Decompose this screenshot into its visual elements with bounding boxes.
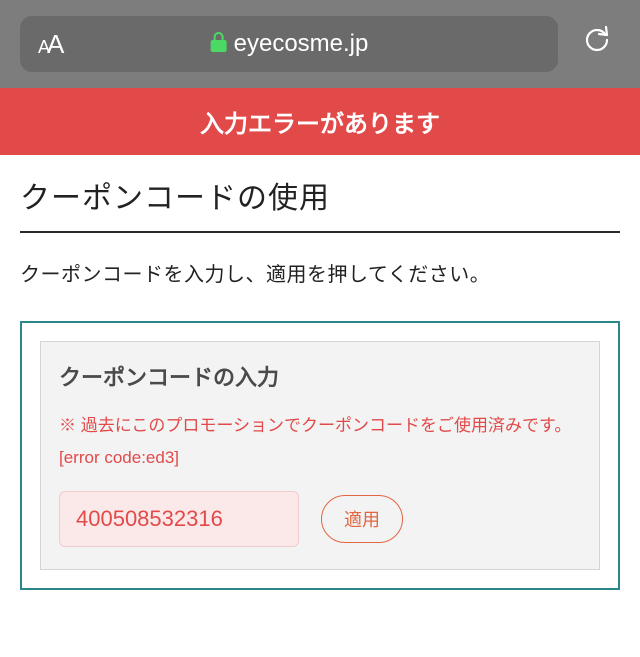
text-size-control[interactable]: AA (20, 29, 61, 60)
url-display: eyecosme.jp (210, 30, 369, 58)
apply-button[interactable]: 適用 (321, 495, 403, 543)
address-bar[interactable]: AA eyecosme.jp (20, 16, 558, 72)
text-size-large: A (47, 29, 61, 60)
coupon-panel-wrapper: クーポンコードの入力 ※ 過去にこのプロモーションでクーポンコードをご使用済みで… (20, 321, 620, 590)
lock-icon (210, 32, 228, 57)
coupon-code-input[interactable] (59, 491, 299, 547)
url-text: eyecosme.jp (234, 30, 369, 58)
input-row: 適用 (59, 491, 581, 547)
coupon-panel: クーポンコードの入力 ※ 過去にこのプロモーションでクーポンコードをご使用済みで… (40, 341, 600, 570)
main-content: クーポンコードの使用 クーポンコードを入力し、適用を押してください。 クーポンコ… (0, 155, 640, 590)
browser-toolbar: AA eyecosme.jp (0, 0, 640, 88)
coupon-error-message: ※ 過去にこのプロモーションでクーポンコードをご使用済みです。[error co… (59, 410, 581, 475)
error-banner: 入力エラーがあります (0, 88, 640, 155)
text-size-small: A (38, 37, 47, 58)
title-divider (20, 231, 620, 233)
page-title: クーポンコードの使用 (20, 155, 620, 231)
instruction-text: クーポンコードを入力し、適用を押してください。 (20, 259, 620, 291)
refresh-button[interactable] (574, 23, 620, 65)
panel-title: クーポンコードの入力 (59, 360, 581, 392)
